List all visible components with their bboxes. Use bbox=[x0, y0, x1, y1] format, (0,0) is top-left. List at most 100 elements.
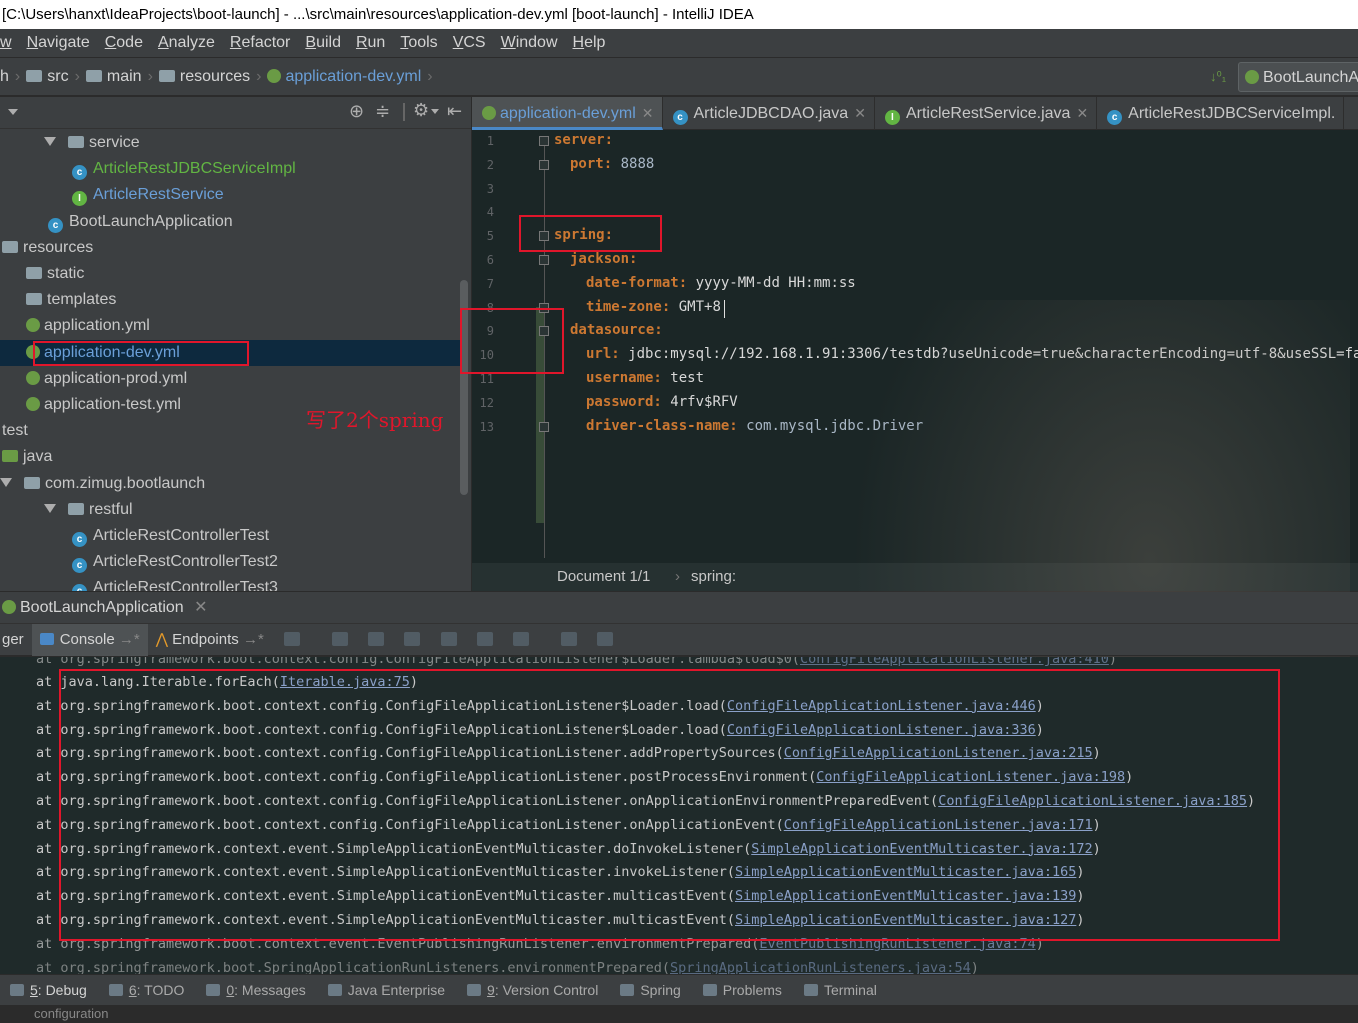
expand-arrow-icon[interactable] bbox=[44, 503, 56, 513]
tree-item[interactable]: c ArticleRestControllerTest bbox=[0, 523, 460, 549]
tool-window-label: : Messages bbox=[234, 982, 306, 998]
close-run-icon[interactable]: ✕ bbox=[194, 599, 207, 616]
close-tab-icon[interactable]: ✕ bbox=[642, 105, 654, 121]
tool-window-2[interactable]: 0: Messages bbox=[206, 975, 306, 1005]
menu-item-10[interactable]: Help bbox=[573, 29, 606, 57]
tab-label: ArticleRestJDBCServiceImpl. bbox=[1128, 105, 1336, 122]
tree-item[interactable]: c ArticleRestJDBCServiceImpl bbox=[0, 156, 460, 182]
tree-item-label: application-test.yml bbox=[44, 396, 181, 413]
tree-item[interactable]: c ArticleRestControllerTest2 bbox=[0, 549, 460, 575]
menu-item-3[interactable]: Analyze bbox=[158, 29, 215, 57]
tree-item-label: restful bbox=[89, 500, 133, 518]
breadcrumb-item-2[interactable]: main › bbox=[85, 58, 153, 96]
expand-arrow-icon[interactable] bbox=[0, 477, 12, 487]
tree-item-label: ArticleRestControllerTest bbox=[93, 527, 270, 544]
fold-marker-icon[interactable] bbox=[539, 159, 549, 170]
tool-window-1[interactable]: 6: TODO bbox=[108, 975, 185, 1005]
tree-item[interactable]: application-prod.yml bbox=[0, 366, 460, 392]
run-title[interactable]: BootLaunchApplication bbox=[20, 599, 184, 616]
tree-item[interactable]: java bbox=[0, 444, 460, 470]
run-to-cursor-icon[interactable] bbox=[513, 632, 529, 646]
tree-item-label: application-prod.yml bbox=[44, 369, 188, 387]
tool-window-5[interactable]: Spring bbox=[620, 975, 681, 1005]
tool-window-number: 6 bbox=[128, 982, 137, 998]
breadcrumb-item-0[interactable]: h › bbox=[0, 58, 20, 96]
yaml-key: time-zone: bbox=[586, 298, 671, 315]
tab-debugger[interactable]: ger bbox=[0, 624, 32, 656]
hide-panel-icon[interactable]: ⇤ bbox=[447, 101, 462, 122]
tree-item[interactable]: restful bbox=[0, 497, 460, 523]
tree-item[interactable]: application.yml bbox=[0, 313, 460, 339]
menu-item-4[interactable]: Refactor bbox=[230, 29, 290, 57]
fold-marker-icon[interactable] bbox=[539, 421, 549, 432]
expand-arrow-icon[interactable] bbox=[44, 137, 56, 146]
folder-icon bbox=[26, 293, 42, 306]
gear-icon[interactable]: ⚙ bbox=[413, 100, 429, 121]
collapse-all-icon[interactable]: ≑ bbox=[375, 101, 390, 122]
tree-item-label: ArticleRestControllerTest3 bbox=[93, 579, 278, 591]
evaluate-icon[interactable] bbox=[561, 632, 578, 646]
code-view[interactable]: 1 server: 2 port: 8888 3 4 5 spring: 6 jackson: 7 d… bbox=[472, 130, 1358, 563]
endpoints-icon: ⋀ bbox=[155, 631, 169, 648]
tree-item[interactable]: I ArticleRestService bbox=[0, 182, 460, 208]
folder-icon bbox=[85, 70, 102, 82]
status-text: configuration bbox=[34, 1006, 109, 1021]
menu-item-8[interactable]: VCS bbox=[453, 29, 486, 57]
menu-item-6[interactable]: Run bbox=[356, 29, 385, 57]
menu-item-2[interactable]: Code bbox=[105, 29, 143, 57]
run-config-selector[interactable]: BootLaunchA bbox=[1238, 62, 1358, 92]
trace-icon[interactable] bbox=[597, 632, 614, 646]
tab-endpoints[interactable]: ⋀ Endpoints →* bbox=[148, 624, 272, 656]
view-dropdown-icon[interactable] bbox=[8, 109, 18, 115]
tool-window-4[interactable]: 9: Version Control bbox=[467, 975, 598, 1005]
tool-window-6[interactable]: Problems bbox=[702, 975, 782, 1005]
fold-marker-icon[interactable] bbox=[539, 136, 549, 146]
close-tab-icon[interactable]: ✕ bbox=[854, 105, 866, 121]
code-line: port: 8888 bbox=[570, 156, 654, 172]
menu-item-7[interactable]: Tools bbox=[400, 29, 437, 57]
run-header: BootLaunchApplication ✕ bbox=[0, 592, 1358, 623]
show-execution-point-icon[interactable] bbox=[283, 632, 300, 646]
gear-dropdown-icon[interactable] bbox=[431, 109, 439, 114]
tab-0[interactable]: application-dev.yml ✕ bbox=[472, 97, 663, 130]
tab-3[interactable]: c ArticleRestJDBCServiceImpl. bbox=[1097, 97, 1345, 130]
breadcrumb-item-4[interactable]: application-dev.yml › bbox=[267, 58, 433, 96]
step-out-icon[interactable] bbox=[440, 632, 457, 646]
tree-item-label: templates bbox=[47, 291, 117, 309]
tool-window-label: : TODO bbox=[136, 982, 185, 998]
tree-item[interactable]: c BootLaunchApplication bbox=[0, 209, 460, 235]
tab-console[interactable]: Console →* bbox=[31, 624, 148, 656]
menu-item-0[interactable]: w bbox=[0, 29, 12, 57]
step-into-icon[interactable] bbox=[368, 632, 385, 646]
step-over-icon[interactable] bbox=[332, 632, 349, 646]
menu-item-1[interactable]: Navigate bbox=[27, 29, 90, 57]
tree-item[interactable]: com.zimug.bootlaunch bbox=[0, 471, 460, 497]
yaml-key: username: bbox=[586, 370, 662, 386]
tool-window-icon bbox=[803, 984, 818, 996]
sort-icon[interactable]: ↓⁰₁ bbox=[1210, 58, 1226, 96]
tool-window-7[interactable]: Terminal bbox=[803, 975, 877, 1005]
tree-item[interactable]: templates bbox=[0, 287, 460, 313]
tool-window-0[interactable]: 5: Debug bbox=[10, 975, 87, 1005]
tree-item[interactable]: c ArticleRestControllerTest3 bbox=[0, 575, 460, 591]
tool-window-3[interactable]: Java Enterprise bbox=[327, 975, 445, 1005]
fold-marker-icon[interactable] bbox=[539, 255, 549, 265]
menu-item-9[interactable]: Window bbox=[501, 29, 558, 57]
drop-frame-icon[interactable] bbox=[476, 632, 493, 646]
force-step-into-icon[interactable] bbox=[404, 632, 421, 646]
tab-2[interactable]: I ArticleRestService.java ✕ bbox=[875, 97, 1098, 130]
tree-item[interactable]: resources bbox=[0, 235, 460, 261]
menu-item-5[interactable]: Build bbox=[305, 29, 341, 57]
breadcrumb-item-1[interactable]: src › bbox=[26, 58, 80, 96]
close-tab-icon[interactable]: ✕ bbox=[1076, 105, 1088, 121]
tree-item[interactable]: service bbox=[0, 130, 460, 156]
yaml-path[interactable]: spring: bbox=[691, 563, 736, 591]
tree-item[interactable]: static bbox=[0, 261, 460, 287]
editor-area: application-dev.yml ✕ c ArticleJDBCDAO.java… bbox=[472, 97, 1358, 591]
locate-icon[interactable]: ⊕ bbox=[349, 101, 364, 122]
yaml-value: com.mysql.jdbc.Driver bbox=[746, 417, 924, 434]
tab-1[interactable]: c ArticleJDBCDAO.java ✕ bbox=[663, 97, 875, 130]
tool-window-label: : Debug bbox=[37, 982, 87, 998]
breadcrumb-label: resources bbox=[179, 68, 251, 85]
breadcrumb-item-3[interactable]: resources › bbox=[158, 58, 261, 96]
